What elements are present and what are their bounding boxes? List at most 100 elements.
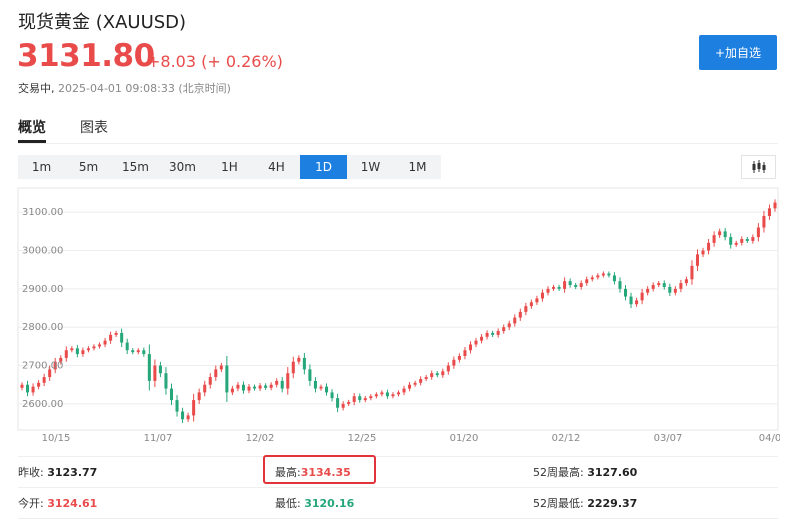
stats-divider <box>18 456 778 457</box>
candle-body <box>668 286 672 293</box>
y-tick-label: 2600.00 <box>22 399 63 410</box>
candle-body <box>446 365 450 372</box>
price-change: +8.03 (+ 0.26%) <box>147 52 283 71</box>
candle-body <box>745 239 749 241</box>
candle-body <box>153 365 157 381</box>
candle-body <box>635 300 639 305</box>
candle-body <box>97 344 102 347</box>
candle-body <box>330 392 334 399</box>
candle-body <box>275 380 279 385</box>
period-1m[interactable]: 1m <box>18 155 65 179</box>
add-watchlist-button[interactable]: +加自选 <box>699 35 777 70</box>
candle-body <box>225 365 229 393</box>
x-tick-label: 03/07 <box>654 433 683 444</box>
candle-body <box>120 332 124 343</box>
stat-52w-low: 52周最低: 2229.37 <box>533 497 638 510</box>
x-axis: 10/15 11/07 12/02 12/25 01/20 02/12 03/07 04/0 <box>42 433 780 444</box>
candle-body <box>485 332 489 337</box>
candle-body <box>496 331 500 335</box>
candle-body <box>463 350 467 356</box>
candle-body <box>540 292 544 299</box>
candle-body <box>103 340 107 345</box>
candle-body <box>70 348 74 351</box>
stat-open: 今开: 3124.61 <box>18 497 98 510</box>
candle-body <box>623 288 628 297</box>
tab-overview[interactable]: 概览 <box>18 117 46 137</box>
stat-52w-high: 52周最高: 3127.60 <box>533 466 638 479</box>
y-tick-label: 2900.00 <box>22 284 63 295</box>
candle-body <box>502 327 506 332</box>
candle-body <box>341 403 345 408</box>
candle-body <box>236 384 240 389</box>
stat-low: 最低: 3120.16 <box>275 497 355 510</box>
period-1w[interactable]: 1W <box>347 155 394 179</box>
candle-body <box>37 382 41 387</box>
candle-body <box>646 288 650 293</box>
status-text: 交易中, <box>18 82 55 95</box>
candle-body <box>524 306 528 312</box>
candle-body <box>612 275 616 282</box>
candle-body <box>214 369 218 378</box>
candle-body <box>186 415 190 420</box>
candle-body <box>695 254 700 266</box>
period-1h[interactable]: 1H <box>206 155 253 179</box>
period-30m[interactable]: 30m <box>159 155 206 179</box>
x-tick-label: 12/25 <box>348 433 377 444</box>
tab-chart[interactable]: 图表 <box>80 117 108 137</box>
x-tick-label: 04/0 <box>759 433 780 444</box>
candle-body <box>291 361 295 374</box>
candle-body <box>269 384 273 388</box>
page-title: 现货黄金 (XAUUSD) <box>18 12 187 33</box>
candle-body <box>452 359 456 366</box>
candle-body <box>169 388 174 401</box>
candle-body <box>629 296 633 305</box>
candle-body <box>280 380 284 389</box>
chart-type-toggle[interactable] <box>741 155 776 179</box>
period-1mo[interactable]: 1M <box>394 155 441 179</box>
candle-body <box>75 348 79 355</box>
candle-body <box>596 275 600 278</box>
candle-body <box>618 281 622 289</box>
candle-body <box>147 354 151 381</box>
candle-body <box>435 373 439 376</box>
candle-body <box>718 231 722 236</box>
candle-body <box>136 350 140 353</box>
stats-divider <box>18 487 778 488</box>
candle-body <box>513 317 517 324</box>
candle-body <box>92 346 96 349</box>
candlestick-icon <box>752 160 765 173</box>
candle-body <box>546 288 550 293</box>
period-15m[interactable]: 15m <box>112 155 159 179</box>
candle-body <box>430 373 434 378</box>
candle-body <box>756 227 760 238</box>
period-5m[interactable]: 5m <box>65 155 112 179</box>
candle-body <box>535 298 539 303</box>
candle-body <box>42 377 46 383</box>
candle-body <box>391 394 395 397</box>
candle-body <box>579 283 583 287</box>
candle-body <box>208 377 212 385</box>
candle-body <box>125 342 129 351</box>
active-tab-indicator <box>18 140 46 143</box>
candle-body <box>529 302 533 307</box>
price-chart[interactable]: 3100.00 3000.00 2900.00 2800.00 2700.00 2600.… <box>0 185 780 447</box>
candle-body <box>474 340 478 345</box>
candle-body <box>690 265 694 280</box>
y-tick-label: 3000.00 <box>22 246 63 257</box>
period-4h[interactable]: 4H <box>253 155 300 179</box>
candle-body <box>712 235 716 243</box>
candle-body <box>574 285 578 287</box>
candle-body <box>241 384 245 391</box>
x-tick-label: 01/20 <box>450 433 479 444</box>
y-tick-label: 2700.00 <box>22 361 63 372</box>
candle-body <box>679 283 683 289</box>
candle-body <box>385 392 389 397</box>
stats-divider <box>18 518 778 519</box>
candle-body <box>707 242 711 251</box>
candle-body <box>175 400 179 412</box>
candle-body <box>86 348 90 351</box>
candle-body <box>408 384 412 389</box>
candle-body <box>723 231 727 238</box>
period-1d[interactable]: 1D <box>300 155 347 179</box>
candle-body <box>26 384 30 393</box>
